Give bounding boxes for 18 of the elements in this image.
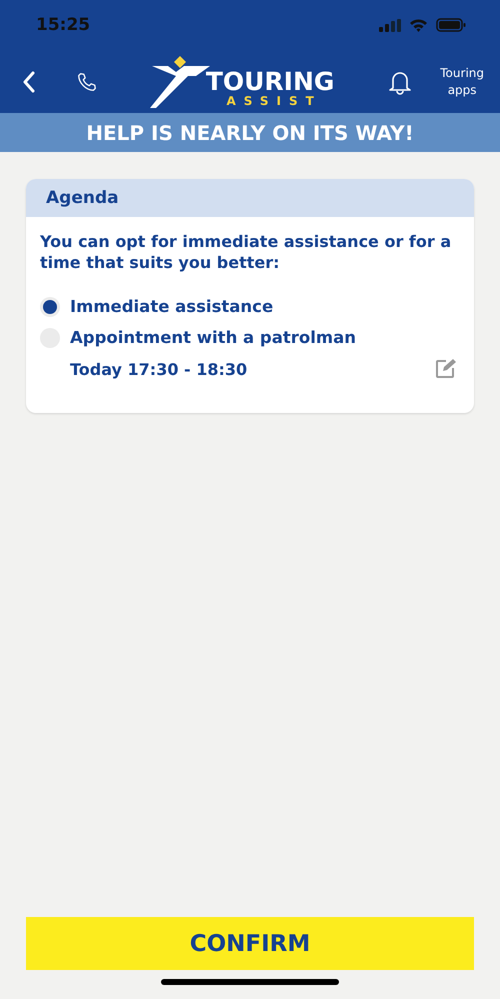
- status-time: 15:25: [36, 15, 90, 35]
- radio-button[interactable]: [40, 296, 60, 316]
- signal-icon: [379, 18, 401, 32]
- logo-subtitle: ASSIST: [226, 94, 322, 108]
- edit-icon[interactable]: [434, 358, 456, 380]
- back-button[interactable]: [22, 70, 36, 92]
- apps-link[interactable]: Touring apps: [440, 64, 484, 98]
- intro-text: You can opt for immediate assistance or for a time that suits you better:: [40, 231, 452, 273]
- battery-icon: [436, 18, 466, 32]
- logo-name: TOURING: [206, 68, 334, 94]
- confirm-button[interactable]: CONFIRM: [26, 917, 474, 970]
- radio-option[interactable]: Appointment with a patrolman: [26, 322, 370, 353]
- radio-option[interactable]: Immediate assistance: [26, 291, 288, 322]
- phone-button[interactable]: [76, 70, 98, 92]
- wifi-icon: [409, 18, 428, 32]
- status-banner: HELP IS NEARLY ON ITS WAY!: [0, 113, 500, 152]
- appointment-time: Today 17:30 - 18:30: [70, 360, 248, 378]
- card-title: Agenda: [26, 179, 474, 217]
